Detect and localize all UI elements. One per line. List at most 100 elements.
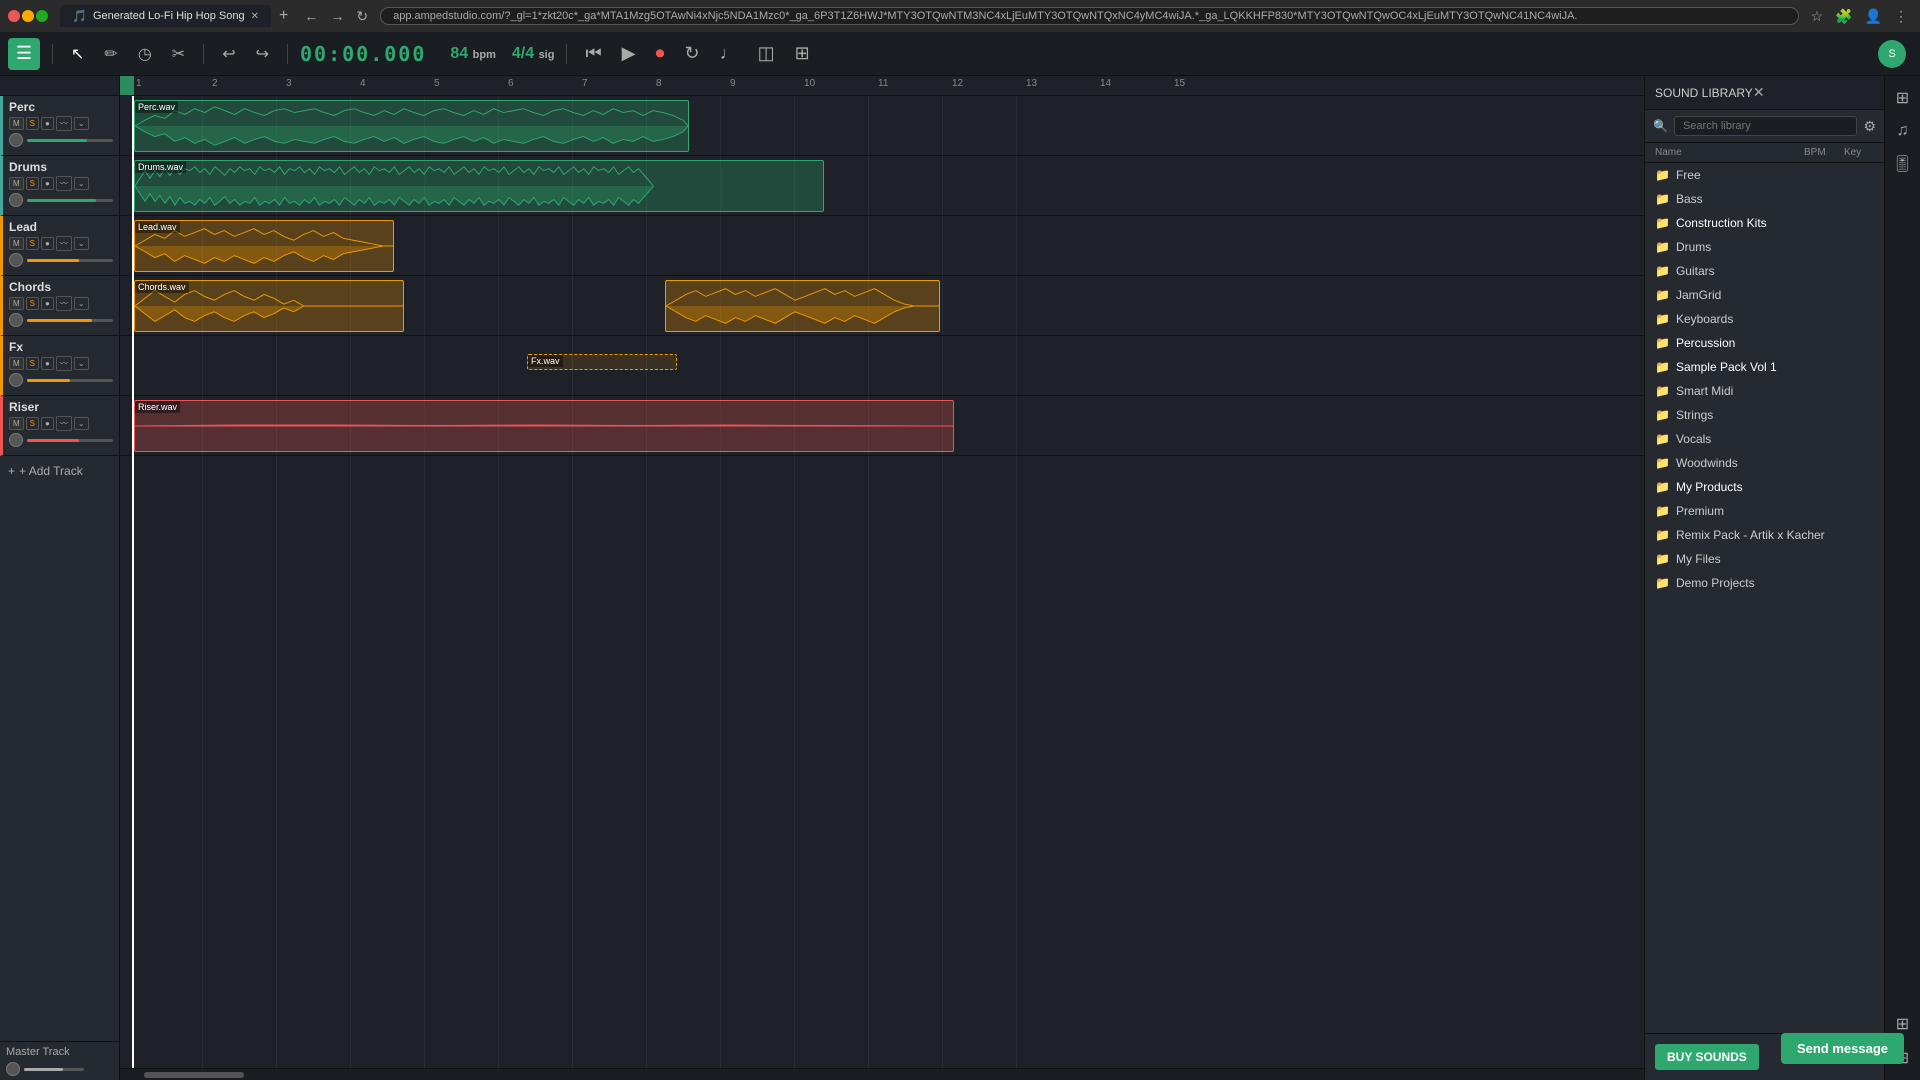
redo-button[interactable]: ↪ [250,40,275,68]
loop-button[interactable]: ↻ [679,39,706,68]
volume-slider-drums[interactable] [27,199,113,202]
volume-knob-drums[interactable] [9,193,23,207]
library-item-3[interactable]: 📁 Drums [1645,235,1884,259]
volume-knob-fx[interactable] [9,373,23,387]
automation-btn-perc[interactable]: 〰 [56,116,72,131]
mute-btn-riser[interactable]: M [9,417,24,430]
master-volume-knob[interactable] [6,1062,20,1076]
volume-slider-lead[interactable] [27,259,113,262]
record-arm-btn-chords[interactable]: ● [41,297,54,310]
record-arm-btn-fx[interactable]: ● [41,357,54,370]
solo-btn-lead[interactable]: S [26,237,39,250]
sidebar-icon-3[interactable]: 🎚 [1888,150,1916,178]
extra-btn-2[interactable]: ⊞ [789,39,816,68]
pencil-tool-button[interactable]: ✏ [98,40,123,68]
library-search-input[interactable] [1674,116,1857,136]
add-track-button[interactable]: + + Add Track [0,456,119,486]
crop-tool-button[interactable]: ◷ [132,40,158,68]
library-item-12[interactable]: 📁 Woodwinds [1645,451,1884,475]
library-item-7[interactable]: 📁 Percussion [1645,331,1884,355]
metronome-button[interactable]: ♩ [714,39,744,68]
library-item-8[interactable]: 📁 Sample Pack Vol 1 [1645,355,1884,379]
track-row-drums[interactable]: Drums.wav [120,156,1644,216]
empty-track-area[interactable] [120,456,1644,1068]
volume-knob-chords[interactable] [9,313,23,327]
clip-fx[interactable]: Fx.wav [527,354,677,370]
reload-button[interactable]: ↻ [352,6,372,27]
bookmark-icon[interactable]: ☆ [1807,6,1828,27]
clip-riser[interactable]: Riser.wav [134,400,954,452]
collapse-btn-riser[interactable]: ⌄ [74,417,89,430]
volume-knob-lead[interactable] [9,253,23,267]
library-item-0[interactable]: 📁 Free [1645,163,1884,187]
mute-btn-lead[interactable]: M [9,237,24,250]
forward-button[interactable]: → [326,6,348,27]
select-tool-button[interactable]: ↖ [65,40,90,68]
collapse-btn-perc[interactable]: ⌄ [74,117,89,130]
record-button[interactable]: ⏺ [650,39,671,68]
play-button[interactable]: ▶ [616,39,642,68]
volume-slider-fx[interactable] [27,379,113,382]
master-volume-slider[interactable] [24,1068,84,1071]
solo-btn-chords[interactable]: S [26,297,39,310]
skip-back-button[interactable]: ⏮ [579,39,607,68]
automation-btn-fx[interactable]: 〰 [56,356,72,371]
undo-button[interactable]: ↩ [216,40,241,68]
track-row-chords[interactable]: Chords.wav [120,276,1644,336]
mute-btn-chords[interactable]: M [9,297,24,310]
track-row-riser[interactable]: Riser.wav [120,396,1644,456]
cut-tool-button[interactable]: ✂ [166,40,191,68]
sidebar-icon-2[interactable]: ♫ [1893,118,1913,144]
library-item-15[interactable]: 📁 Remix Pack - Artik x Kacher [1645,523,1884,547]
url-bar[interactable]: app.ampedstudio.com/?_gl=1*zkt20c*_ga*MT… [380,7,1798,25]
library-item-16[interactable]: 📁 My Files [1645,547,1884,571]
library-item-17[interactable]: 📁 Demo Projects [1645,571,1884,595]
automation-btn-drums[interactable]: 〰 [56,176,72,191]
mute-btn-drums[interactable]: M [9,177,24,190]
tab-close-btn[interactable]: ✕ [251,11,259,22]
volume-slider-riser[interactable] [27,439,113,442]
browser-tab-active[interactable]: 🎵 Generated Lo-Fi Hip Hop Song ✕ [60,5,271,27]
collapse-btn-fx[interactable]: ⌄ [74,357,89,370]
library-item-11[interactable]: 📁 Vocals [1645,427,1884,451]
collapse-btn-drums[interactable]: ⌄ [74,177,89,190]
settings-icon[interactable]: ⋮ [1890,6,1912,27]
solo-btn-drums[interactable]: S [26,177,39,190]
account-icon[interactable]: S [1872,36,1912,72]
h-scroll-thumb[interactable] [144,1072,244,1078]
track-row-lead[interactable]: Lead.wav [120,216,1644,276]
mute-btn-perc[interactable]: M [9,117,24,130]
automation-btn-lead[interactable]: 〰 [56,236,72,251]
automation-btn-riser[interactable]: 〰 [56,416,72,431]
profile-icon[interactable]: 👤 [1861,6,1886,27]
menu-button[interactable]: ☰ [8,38,40,70]
record-arm-btn-drums[interactable]: ● [41,177,54,190]
horizontal-scrollbar[interactable] [120,1068,1644,1080]
library-item-14[interactable]: 📁 Premium [1645,499,1884,523]
library-item-13[interactable]: 📁 My Products [1645,475,1884,499]
collapse-btn-lead[interactable]: ⌄ [74,237,89,250]
library-item-6[interactable]: 📁 Keyboards [1645,307,1884,331]
library-item-9[interactable]: 📁 Smart Midi [1645,379,1884,403]
library-item-1[interactable]: 📁 Bass [1645,187,1884,211]
volume-slider-perc[interactable] [27,139,113,142]
solo-btn-riser[interactable]: S [26,417,39,430]
record-arm-btn-riser[interactable]: ● [41,417,54,430]
record-arm-btn-perc[interactable]: ● [41,117,54,130]
library-item-10[interactable]: 📁 Strings [1645,403,1884,427]
clip-chords-2[interactable] [665,280,940,332]
clip-drums[interactable]: Drums.wav [134,160,824,212]
library-item-4[interactable]: 📁 Guitars [1645,259,1884,283]
library-item-5[interactable]: 📁 JamGrid [1645,283,1884,307]
record-arm-btn-lead[interactable]: ● [41,237,54,250]
tracks-content[interactable]: Perc.wav Drums.wav [120,96,1644,1068]
back-button[interactable]: ← [300,6,322,27]
sidebar-icon-1[interactable]: ⊞ [1892,84,1913,112]
new-tab-button[interactable]: + [279,7,288,25]
automation-btn-chords[interactable]: 〰 [56,296,72,311]
library-close-button[interactable]: ✕ [1753,84,1765,101]
volume-knob-riser[interactable] [9,433,23,447]
solo-btn-fx[interactable]: S [26,357,39,370]
mute-btn-fx[interactable]: M [9,357,24,370]
clip-lead[interactable]: Lead.wav [134,220,394,272]
